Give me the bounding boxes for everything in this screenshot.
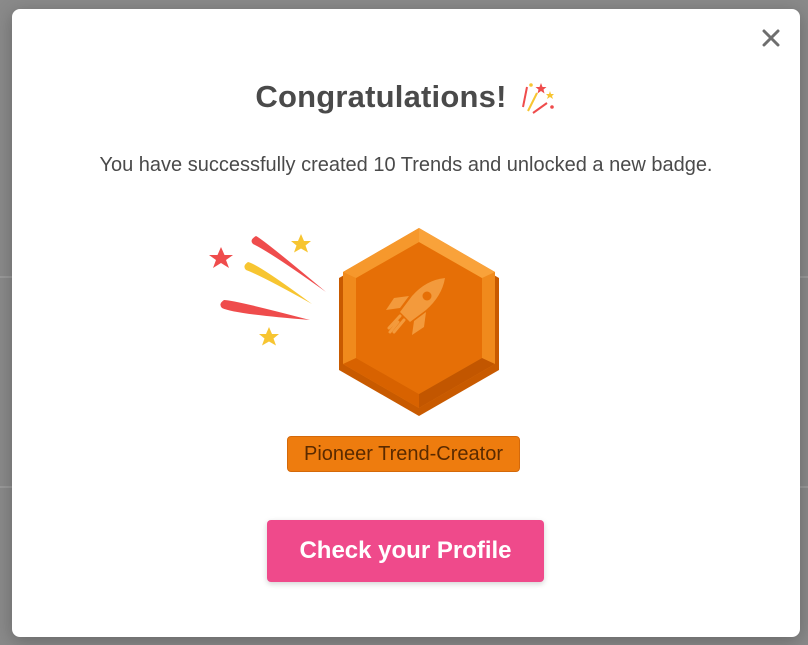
check-profile-button[interactable]: Check your Profile <box>267 520 544 582</box>
modal-subtitle: You have successfully created 10 Trends … <box>99 154 713 176</box>
badge-illustration <box>204 214 504 424</box>
badge-unlocked-modal: Congratulations! You have successfully c… <box>12 9 800 637</box>
close-button[interactable] <box>758 25 784 51</box>
title-row: Congratulations! <box>12 77 800 117</box>
modal-title: Congratulations! <box>255 79 507 114</box>
sparkle-decoration <box>209 234 326 346</box>
party-popper-icon <box>521 83 554 114</box>
badge-label: Pioneer Trend-Creator <box>287 436 520 472</box>
close-icon[interactable] <box>761 28 781 48</box>
